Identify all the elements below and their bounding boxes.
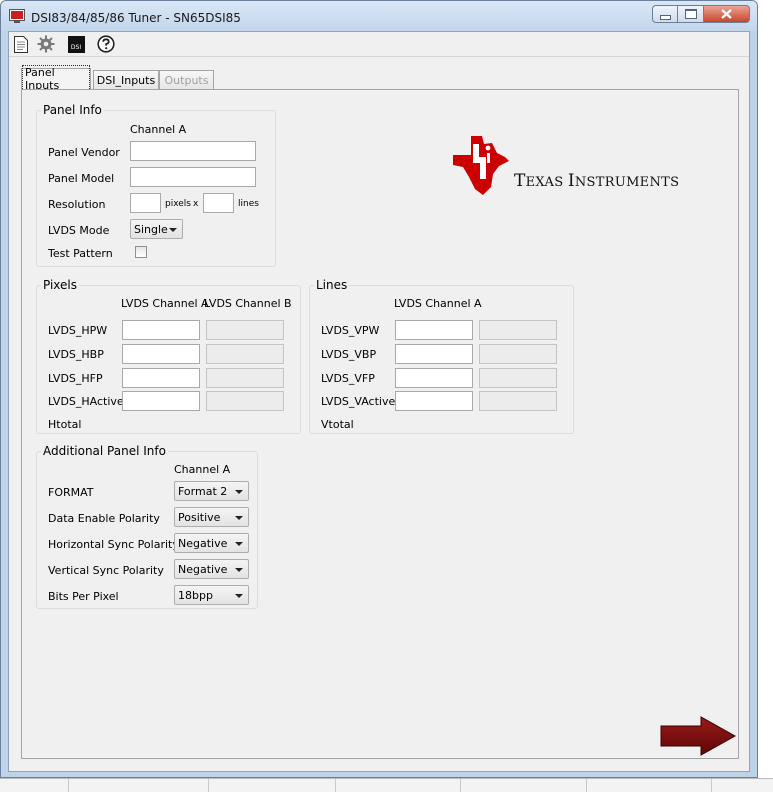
panel-model-field[interactable] (130, 167, 256, 187)
toolbar: DSI (9, 32, 749, 57)
window-title: DSI83/84/85/86 Tuner - SN65DSI85 (31, 11, 241, 25)
ti-logo: TEXAS INSTRUMENTS (452, 133, 682, 203)
format-select[interactable]: Format 2 (174, 481, 249, 501)
bits-per-pixel-label: Bits Per Pixel (48, 590, 119, 603)
help-icon (97, 35, 115, 53)
ti-logo-icon (453, 136, 509, 195)
lvds-hfp-a-field[interactable] (122, 368, 200, 388)
lvds-vactive-a-field[interactable] (395, 391, 473, 411)
tab-dsi-inputs[interactable]: DSI_Inputs (93, 70, 159, 89)
help-button[interactable] (96, 35, 116, 53)
next-button[interactable] (659, 715, 739, 757)
lvds-vfp-b-field (479, 368, 557, 388)
lines-col-a-header: LVDS Channel A (394, 297, 482, 310)
panel-vendor-label: Panel Vendor (48, 146, 120, 159)
chevron-down-icon (235, 542, 243, 546)
test-pattern-label: Test Pattern (48, 247, 113, 260)
lvds-hbp-a-field[interactable] (122, 344, 200, 364)
chevron-down-icon (235, 490, 243, 494)
minimize-button[interactable] (652, 5, 678, 23)
tab-panel-inputs[interactable]: Panel Inputs (21, 65, 91, 93)
htotal-label: Htotal (48, 418, 82, 431)
horizontal-sync-polarity-select[interactable]: Negative (174, 533, 249, 553)
panel-inputs-page: Panel Info Channel A Panel Vendor Panel … (21, 89, 739, 759)
data-enable-polarity-select[interactable]: Positive (174, 507, 249, 527)
panel-model-label: Panel Model (48, 172, 115, 185)
additional-channel-header: Channel A (174, 463, 231, 476)
panel-info-channel-header: Channel A (130, 123, 187, 136)
lines-title: Lines (314, 278, 350, 292)
lvds-hpw-label: LVDS_HPW (48, 324, 108, 337)
new-document-button[interactable] (11, 35, 31, 53)
vtotal-label: Vtotal (321, 418, 354, 431)
chevron-down-icon (169, 228, 177, 232)
gear-icon (37, 35, 55, 53)
data-enable-polarity-label: Data Enable Polarity (48, 512, 160, 525)
lvds-vbp-a-field[interactable] (395, 344, 473, 364)
lvds-hactive-b-field (206, 391, 284, 411)
lvds-mode-label: LVDS Mode (48, 224, 110, 237)
dsi-config-button[interactable]: DSI (66, 35, 86, 53)
client-area: DSI Panel Inputs DSI_Inputs Outputs Pane… (8, 31, 750, 772)
lvds-hbp-b-field (206, 344, 284, 364)
resolution-label: Resolution (48, 198, 106, 211)
resolution-lines-field[interactable] (203, 193, 234, 213)
additional-panel-info-title: Additional Panel Info (41, 444, 168, 458)
lvds-vactive-b-field (479, 391, 557, 411)
additional-panel-info-group: Additional Panel Info Channel A FORMAT F… (36, 444, 258, 609)
lvds-vbp-b-field (479, 344, 557, 364)
next-arrow-icon (660, 716, 737, 756)
pixels-col-a-header: LVDS Channel A (121, 297, 209, 310)
format-label: FORMAT (48, 486, 94, 499)
close-icon (721, 9, 732, 19)
lvds-hactive-a-field[interactable] (122, 391, 200, 411)
close-button[interactable] (704, 5, 750, 23)
pixels-title: Pixels (41, 278, 80, 292)
lvds-hpw-b-field (206, 320, 284, 340)
resolution-x-label: x (193, 199, 199, 209)
maximize-icon (684, 9, 697, 19)
app-icon (9, 9, 25, 23)
lvds-vactive-label: LVDS_VActive (321, 395, 396, 408)
vertical-sync-polarity-label: Vertical Sync Polarity (48, 564, 164, 577)
lvds-vbp-label: LVDS_VBP (321, 348, 377, 361)
title-bar[interactable]: DSI83/84/85/86 Tuner - SN65DSI85 (1, 1, 757, 31)
bits-per-pixel-select[interactable]: 18bpp (174, 585, 249, 605)
vertical-sync-polarity-select[interactable]: Negative (174, 559, 249, 579)
pixels-col-b-header: LVDS Channel B (204, 297, 292, 310)
tab-outputs: Outputs (159, 70, 214, 89)
minimize-icon (659, 14, 671, 20)
panel-info-title: Panel Info (41, 103, 104, 117)
lines-group: Lines LVDS Channel A LVDS_VPW LVDS_VBP L… (309, 278, 574, 434)
lines-unit-label: lines (238, 199, 259, 209)
maximize-button[interactable] (678, 5, 704, 23)
resolution-pixels-field[interactable] (130, 193, 161, 213)
lvds-vpw-label: LVDS_VPW (321, 324, 380, 337)
test-pattern-checkbox[interactable] (135, 246, 147, 258)
background-taskbar-edge (0, 778, 773, 792)
lvds-hbp-label: LVDS_HBP (48, 348, 104, 361)
ti-wordmark: TEXAS INSTRUMENTS (514, 171, 680, 191)
pixels-unit-label: pixels (165, 199, 191, 209)
lvds-hfp-b-field (206, 368, 284, 388)
panel-vendor-field[interactable] (130, 141, 256, 161)
lvds-hactive-label: LVDS_HActive (48, 395, 124, 408)
panel-info-group: Panel Info Channel A Panel Vendor Panel … (36, 103, 276, 267)
chevron-down-icon (235, 516, 243, 520)
document-icon (14, 35, 28, 53)
chevron-down-icon (235, 594, 243, 598)
lvds-vfp-label: LVDS_VFP (321, 372, 375, 385)
lvds-mode-select[interactable]: Single (130, 219, 183, 239)
tuner-window: DSI83/84/85/86 Tuner - SN65DSI85 DSI Pan… (0, 0, 758, 778)
lvds-vfp-a-field[interactable] (395, 368, 473, 388)
lvds-vpw-a-field[interactable] (395, 320, 473, 340)
pixels-group: Pixels LVDS Channel A LVDS Channel B LVD… (36, 278, 301, 434)
dsi-icon: DSI (67, 35, 85, 53)
horizontal-sync-polarity-label: Horizontal Sync Polarity (48, 538, 179, 551)
lvds-vpw-b-field (479, 320, 557, 340)
lvds-hpw-a-field[interactable] (122, 320, 200, 340)
chevron-down-icon (235, 568, 243, 572)
settings-button[interactable] (36, 35, 56, 53)
lvds-hfp-label: LVDS_HFP (48, 372, 103, 385)
